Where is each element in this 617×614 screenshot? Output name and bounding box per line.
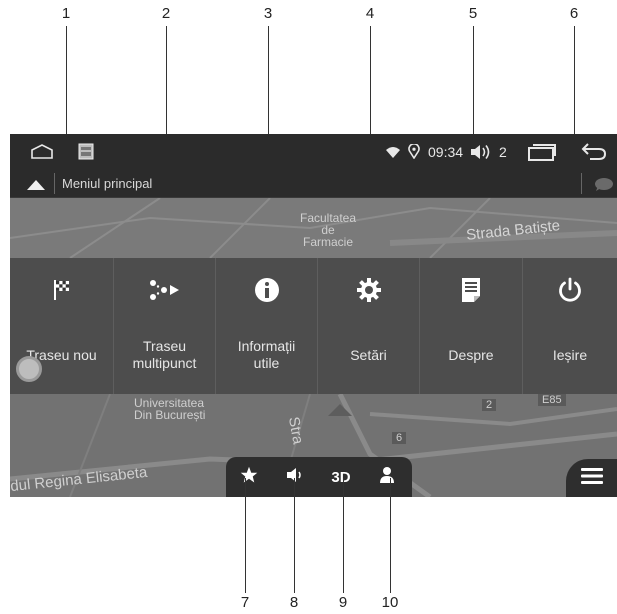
callout-8: 8 [289, 594, 299, 611]
location-icon [408, 143, 420, 164]
home-icon[interactable] [30, 144, 54, 165]
callout-10: 10 [381, 594, 399, 611]
touch-indicator [16, 356, 42, 382]
recent-apps-icon[interactable] [527, 143, 557, 166]
callout-line-7 [245, 478, 247, 593]
road-badge-1: 2 [482, 399, 497, 411]
callout-4: 4 [365, 5, 375, 22]
callout-6: 6 [569, 5, 579, 22]
menu-item-about[interactable]: Despre [420, 258, 523, 394]
chat-bubble-icon[interactable] [593, 177, 613, 197]
map-label-university: Universitatea Din București [134, 396, 206, 422]
favorites-button[interactable] [226, 457, 272, 497]
callout-line-10 [390, 478, 392, 593]
bottom-toolbar: 3D [226, 457, 412, 497]
gear-icon [318, 276, 419, 304]
power-icon [523, 276, 617, 304]
callout-9: 9 [338, 594, 348, 611]
status-bar: 09:34 2 [10, 134, 617, 170]
callout-3: 3 [263, 5, 273, 22]
device-screen: 09:34 2 Meniul principal Facultatea de F… [10, 134, 617, 497]
map-label-faculty: Facultatea de Farmacie [300, 211, 357, 249]
volume-icon [470, 144, 492, 165]
title-divider [54, 173, 55, 194]
callout-1: 1 [61, 5, 71, 22]
main-menu-panel: Traseu nou Traseu multipunct Informații … [10, 258, 617, 394]
road-badge-2: 6 [392, 432, 407, 444]
view-mode-label: 3D [331, 468, 351, 486]
back-icon[interactable] [581, 142, 607, 165]
view-mode-button[interactable]: 3D [318, 457, 364, 497]
menu-item-label: Despre [448, 347, 494, 363]
road-badge-3: E85 [538, 394, 566, 406]
callout-line-8 [294, 478, 296, 593]
callout-line-9 [343, 478, 345, 593]
info-icon [216, 276, 317, 304]
clock-time: 09:34 [428, 144, 464, 160]
map-area-top[interactable]: Facultatea de Farmacie Strada Batiște [10, 198, 617, 258]
hamburger-menu-button[interactable] [566, 459, 617, 497]
title-bar: Meniul principal [10, 170, 617, 198]
page-title: Meniul principal [62, 176, 153, 191]
star-icon [240, 466, 258, 488]
menu-item-label: Informații utile [237, 338, 296, 371]
menu-item-label: Traseu multipunct [132, 338, 197, 371]
collapse-arrow-icon[interactable] [27, 178, 45, 196]
volume-level: 2 [499, 144, 507, 160]
menu-item-settings[interactable]: Setări [318, 258, 420, 394]
menu-item-useful-info[interactable]: Informații utile [216, 258, 318, 394]
user-icon [379, 466, 395, 488]
hamburger-icon [580, 467, 603, 489]
menu-item-label: Ieșire [552, 347, 588, 363]
title-divider-right [581, 173, 582, 194]
document-icon [420, 276, 522, 304]
menu-item-label: Setări [350, 347, 387, 363]
menu-item-exit[interactable]: Ieșire [523, 258, 617, 394]
multipoint-route-icon [114, 276, 215, 304]
callout-7: 7 [240, 594, 250, 611]
app-thumbnail-icon[interactable] [78, 143, 94, 165]
menu-item-multipoint-route[interactable]: Traseu multipunct [114, 258, 216, 394]
wifi-icon [386, 146, 400, 164]
profile-button[interactable] [364, 457, 410, 497]
callout-5: 5 [468, 5, 478, 22]
checkered-flag-icon [10, 276, 113, 304]
callout-2: 2 [161, 5, 171, 22]
